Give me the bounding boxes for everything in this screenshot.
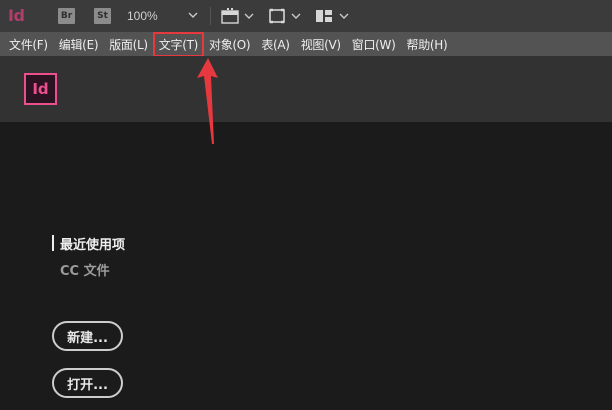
view-options-icon[interactable] <box>268 7 286 25</box>
menu-file[interactable]: 文件(F) <box>4 33 53 56</box>
annotation-arrow-icon <box>197 58 218 144</box>
zoom-level[interactable]: 100% <box>127 9 158 23</box>
menu-object[interactable]: 对象(O) <box>204 33 255 56</box>
open-document-button[interactable]: 打开... <box>52 368 123 398</box>
bridge-button[interactable]: Br <box>58 8 75 24</box>
menu-type[interactable]: 文字(T) <box>152 31 205 57</box>
recent-files-tab[interactable]: 最近使用项 <box>60 234 125 253</box>
chevron-down-icon[interactable] <box>339 10 349 22</box>
menu-edit[interactable]: 编辑(E) <box>54 33 103 56</box>
arrange-documents-icon[interactable] <box>315 7 333 25</box>
selection-indicator <box>52 235 54 251</box>
menu-layout[interactable]: 版面(L) <box>104 33 153 56</box>
app-logo: Id <box>8 6 25 25</box>
zoom-dropdown-icon[interactable] <box>188 9 198 21</box>
menu-table[interactable]: 表(A) <box>256 33 294 56</box>
menu-help[interactable]: 帮助(H) <box>402 33 453 56</box>
screen-mode-icon[interactable] <box>220 7 240 25</box>
cc-files-tab[interactable]: CC 文件 <box>60 260 110 279</box>
chevron-down-icon[interactable] <box>291 10 301 22</box>
stock-button[interactable]: St <box>94 8 111 24</box>
new-document-button[interactable]: 新建... <box>52 321 123 351</box>
menu-view[interactable]: 视图(V) <box>296 33 346 56</box>
home-app-logo: Id <box>24 73 57 105</box>
menu-window[interactable]: 窗口(W) <box>347 33 401 56</box>
chevron-down-icon[interactable] <box>244 10 254 22</box>
toolbar-separator <box>210 7 211 25</box>
menu-bar: 文件(F) 编辑(E) 版面(L) 文字(T) 对象(O) 表(A) 视图(V)… <box>0 31 612 57</box>
application-bar: Id Br St 100% <box>0 0 612 32</box>
home-header: Id <box>0 56 612 122</box>
